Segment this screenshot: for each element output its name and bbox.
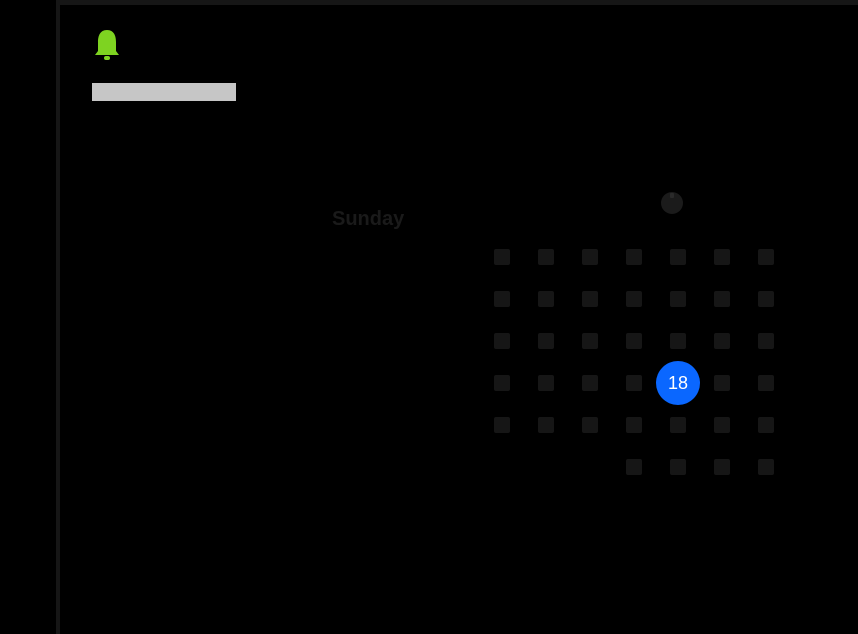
calendar-day[interactable]: 20: [744, 371, 788, 395]
weekday-label: [480, 245, 524, 269]
day-number: 10: [626, 333, 642, 349]
day-number: 5: [714, 291, 730, 307]
calendar-day[interactable]: 27: [744, 413, 788, 437]
day-number: 8: [538, 333, 554, 349]
weekday-header-row: [480, 245, 790, 269]
dialog-window: Sunday 1 2 3: [56, 0, 858, 634]
calendar-day[interactable]: 13: [744, 329, 788, 353]
day-number: 22: [538, 417, 554, 433]
weekday-label: [612, 245, 656, 269]
calendar-week-row: 21 22 23 24 25 26 27: [480, 413, 790, 437]
bell-icon[interactable]: [92, 27, 122, 65]
calendar-day[interactable]: 29: [656, 455, 700, 479]
calendar-day[interactable]: 16: [568, 371, 612, 395]
calendar-day[interactable]: 5: [700, 287, 744, 311]
day-number: 28: [626, 459, 642, 475]
calendar-day[interactable]: 14: [480, 371, 524, 395]
weekday-label: [568, 245, 612, 269]
weekday-text: [582, 249, 598, 265]
calendar-icon: [661, 192, 683, 214]
calendar-week-row: 1 2 3 4 5 6: [480, 287, 790, 311]
selected-day-marker[interactable]: 18: [656, 361, 700, 405]
day-number: 4: [670, 291, 686, 307]
calendar-day: [568, 455, 612, 479]
calendar-day[interactable]: 23: [568, 413, 612, 437]
calendar-header-icon: [652, 183, 692, 223]
day-number: 25: [670, 417, 686, 433]
day-number: 9: [582, 333, 598, 349]
day-number: 30: [714, 459, 730, 475]
calendar-day[interactable]: 2: [568, 287, 612, 311]
day-number: 29: [670, 459, 686, 475]
day-number: 12: [714, 333, 730, 349]
calendar-day: [480, 455, 524, 479]
day-number: 2: [582, 291, 598, 307]
calendar-widget: 1 2 3 4 5 6 7 8 9 10 11 12 13 14 15 16 1…: [480, 175, 790, 485]
weekday-text: [670, 249, 686, 265]
weekday-text: [494, 249, 510, 265]
weekday-label: [700, 245, 744, 269]
day-number: 16: [582, 375, 598, 391]
weekday-text: [758, 249, 774, 265]
weekday-label: [744, 245, 788, 269]
calendar-day[interactable]: 31: [744, 455, 788, 479]
day-number: 7: [494, 333, 510, 349]
day-number: 21: [494, 417, 510, 433]
calendar-day[interactable]: 25: [656, 413, 700, 437]
weekday-text: [714, 249, 730, 265]
day-number: 17: [626, 375, 642, 391]
calendar-day[interactable]: 6: [744, 287, 788, 311]
calendar-day[interactable]: 17: [612, 371, 656, 395]
calendar-day[interactable]: 12: [700, 329, 744, 353]
calendar-day[interactable]: 22: [524, 413, 568, 437]
day-number: 20: [758, 375, 774, 391]
day-number: 23: [582, 417, 598, 433]
calendar-day[interactable]: 9: [568, 329, 612, 353]
day-number: 1: [538, 291, 554, 307]
calendar-day[interactable]: 26: [700, 413, 744, 437]
selected-weekday-label: Sunday: [332, 208, 405, 230]
calendar-day[interactable]: [480, 287, 524, 311]
calendar-day[interactable]: 11: [656, 329, 700, 353]
page: Sunday 1 2 3: [0, 0, 858, 634]
calendar-day[interactable]: 19: [700, 371, 744, 395]
day-number: 11: [670, 333, 686, 349]
calendar-day[interactable]: 7: [480, 329, 524, 353]
day-number: 13: [758, 333, 774, 349]
day-number: 31: [758, 459, 774, 475]
day-number: 6: [758, 291, 774, 307]
weekday-text: [626, 249, 642, 265]
calendar-week-row: 28 29 30 31: [480, 455, 790, 479]
weekday-label: [524, 245, 568, 269]
subtitle-text: [92, 111, 512, 133]
calendar-day: [524, 455, 568, 479]
calendar-day[interactable]: 28: [612, 455, 656, 479]
title-placeholder: [92, 83, 236, 101]
calendar-day[interactable]: 10: [612, 329, 656, 353]
calendar-day[interactable]: 30: [700, 455, 744, 479]
calendar-day[interactable]: 1: [524, 287, 568, 311]
day-number: 14: [494, 375, 510, 391]
calendar-day[interactable]: 21: [480, 413, 524, 437]
calendar-day[interactable]: 15: [524, 371, 568, 395]
day-number: 27: [758, 417, 774, 433]
weekday-label: [656, 245, 700, 269]
day-number: 3: [626, 291, 642, 307]
calendar-day[interactable]: 8: [524, 329, 568, 353]
calendar-day[interactable]: 4: [656, 287, 700, 311]
day-number: 19: [714, 375, 730, 391]
calendar-day[interactable]: 3: [612, 287, 656, 311]
weekday-text: [538, 249, 554, 265]
day-number: 24: [626, 417, 642, 433]
calendar-week-row: 7 8 9 10 11 12 13: [480, 329, 790, 353]
day-number: [494, 291, 510, 307]
calendar-week-row: 14 15 16 17 18 19 20: [480, 361, 790, 405]
calendar-day[interactable]: 24: [612, 413, 656, 437]
day-number: 15: [538, 375, 554, 391]
calendar-day-selected[interactable]: 18: [656, 361, 700, 405]
day-number: 26: [714, 417, 730, 433]
